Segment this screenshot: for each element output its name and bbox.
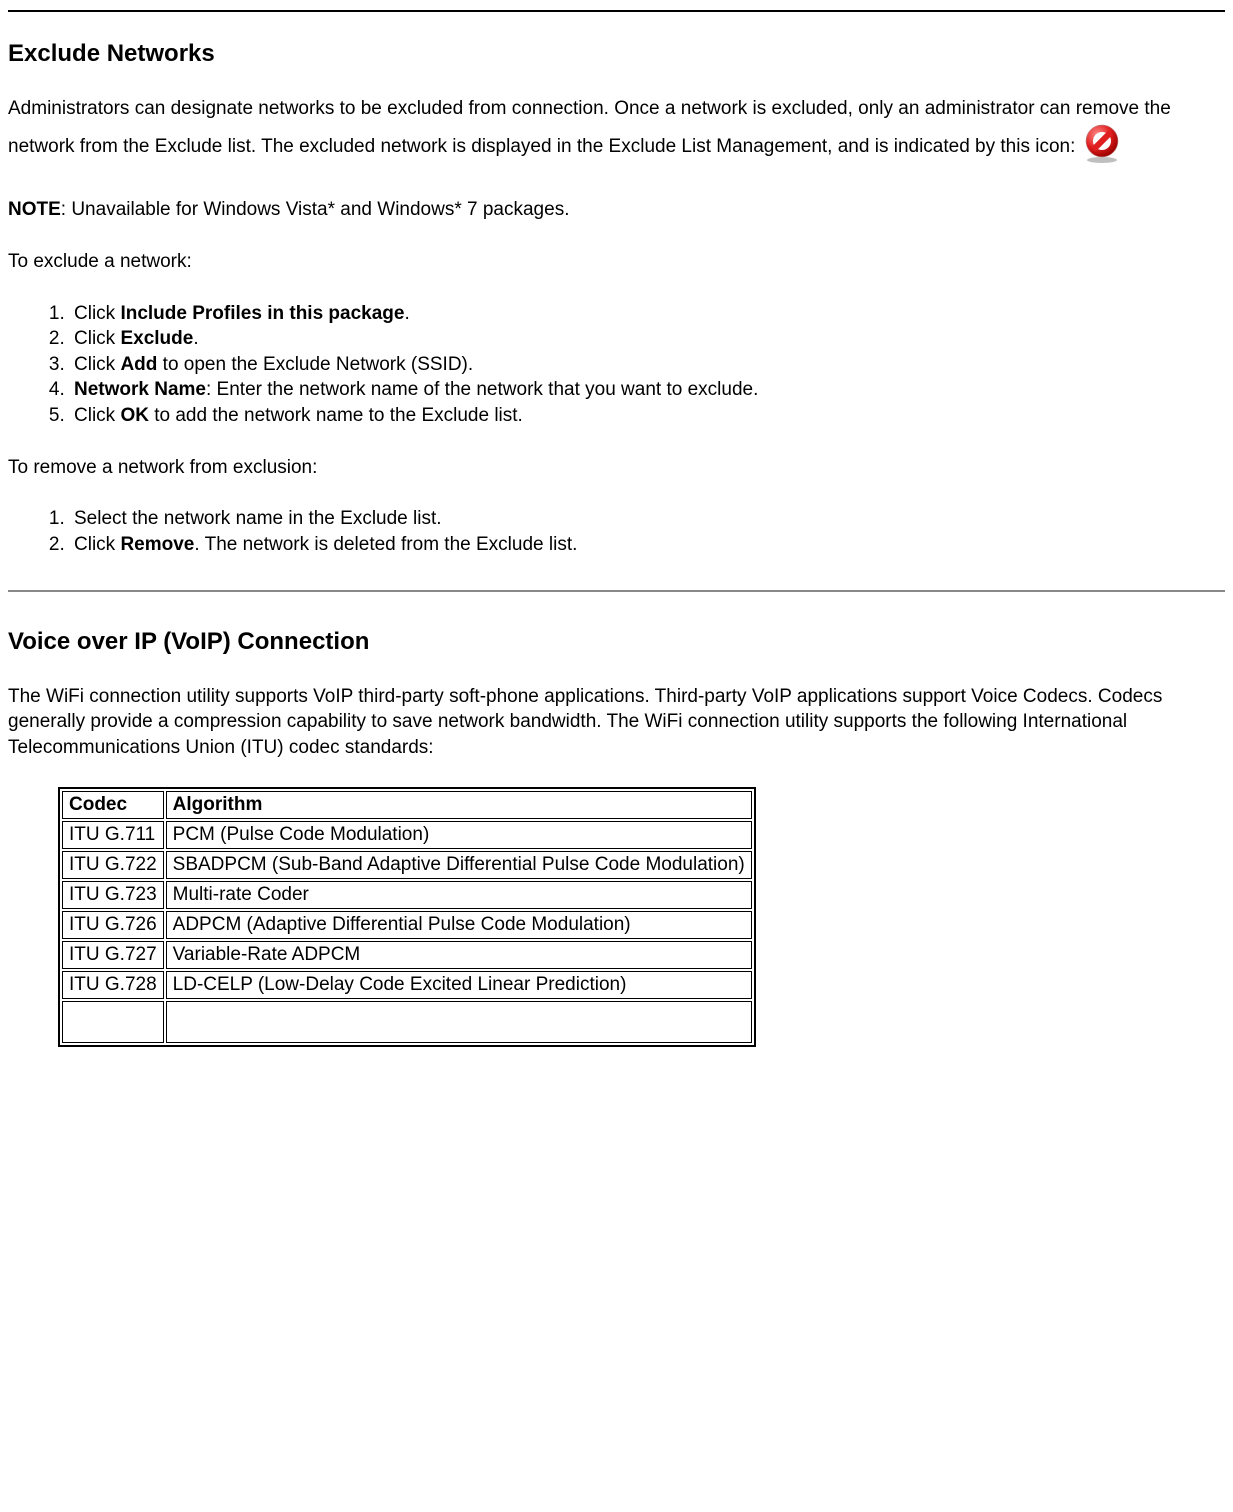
- list-item: Click Include Profiles in this package.: [70, 301, 1225, 327]
- note-text: : Unavailable for Windows Vista* and Win…: [61, 199, 570, 220]
- step-bold-text: Include Profiles in this package: [120, 303, 404, 324]
- table-cell: ITU G.726: [62, 911, 164, 939]
- table-row: ITU G.728LD-CELP (Low-Delay Code Excited…: [62, 971, 752, 999]
- table-cell: SBADPCM (Sub-Band Adaptive Differential …: [166, 851, 752, 879]
- table-row: ITU G.723Multi-rate Coder: [62, 881, 752, 909]
- step-bold-text: Exclude: [120, 328, 193, 349]
- table-cell: ITU G.727: [62, 941, 164, 969]
- exclude-indicator-icon: [1081, 122, 1123, 172]
- algorithm-header: Algorithm: [166, 791, 752, 819]
- table-cell: Multi-rate Coder: [166, 881, 752, 909]
- table-cell: [62, 1001, 164, 1043]
- codec-header: Codec: [62, 791, 164, 819]
- voip-intro: The WiFi connection utility supports VoI…: [8, 684, 1225, 761]
- remove-steps-list: Select the network name in the Exclude l…: [8, 506, 1225, 557]
- table-row: ITU G.727Variable-Rate ADPCM: [62, 941, 752, 969]
- table-cell: ITU G.723: [62, 881, 164, 909]
- list-item: Click Exclude.: [70, 326, 1225, 352]
- table-cell: LD-CELP (Low-Delay Code Excited Linear P…: [166, 971, 752, 999]
- step-bold-text: Network Name: [74, 379, 206, 400]
- table-row: [62, 1001, 752, 1043]
- list-item: Click Add to open the Exclude Network (S…: [70, 352, 1225, 378]
- step-bold-text: Remove: [120, 534, 194, 555]
- table-header-row: Codec Algorithm: [62, 791, 752, 819]
- list-item: Select the network name in the Exclude l…: [70, 506, 1225, 532]
- table-cell: Variable-Rate ADPCM: [166, 941, 752, 969]
- table-row: ITU G.722SBADPCM (Sub-Band Adaptive Diff…: [62, 851, 752, 879]
- top-divider: [8, 10, 1225, 12]
- exclude-steps-list: Click Include Profiles in this package.C…: [8, 301, 1225, 429]
- table-cell: PCM (Pulse Code Modulation): [166, 821, 752, 849]
- note-label: NOTE: [8, 199, 61, 220]
- to-exclude-label: To exclude a network:: [8, 249, 1225, 275]
- to-remove-label: To remove a network from exclusion:: [8, 455, 1225, 481]
- exclude-note: NOTE: Unavailable for Windows Vista* and…: [8, 197, 1225, 223]
- table-row: ITU G.711PCM (Pulse Code Modulation): [62, 821, 752, 849]
- section-divider: [8, 590, 1225, 592]
- exclude-intro-paragraph: Administrators can designate networks to…: [8, 96, 1225, 171]
- table-cell: ITU G.728: [62, 971, 164, 999]
- codec-table: Codec Algorithm ITU G.711PCM (Pulse Code…: [58, 787, 756, 1047]
- step-bold-text: OK: [120, 405, 149, 426]
- exclude-networks-heading: Exclude Networks: [8, 40, 1225, 68]
- list-item: Network Name: Enter the network name of …: [70, 377, 1225, 403]
- step-bold-text: Add: [120, 354, 157, 375]
- table-cell: [166, 1001, 752, 1043]
- list-item: Click OK to add the network name to the …: [70, 403, 1225, 429]
- exclude-intro-text: Administrators can designate networks to…: [8, 98, 1171, 156]
- voip-heading: Voice over IP (VoIP) Connection: [8, 628, 1225, 656]
- table-cell: ITU G.722: [62, 851, 164, 879]
- table-cell: ADPCM (Adaptive Differential Pulse Code …: [166, 911, 752, 939]
- list-item: Click Remove. The network is deleted fro…: [70, 532, 1225, 558]
- table-cell: ITU G.711: [62, 821, 164, 849]
- table-row: ITU G.726ADPCM (Adaptive Differential Pu…: [62, 911, 752, 939]
